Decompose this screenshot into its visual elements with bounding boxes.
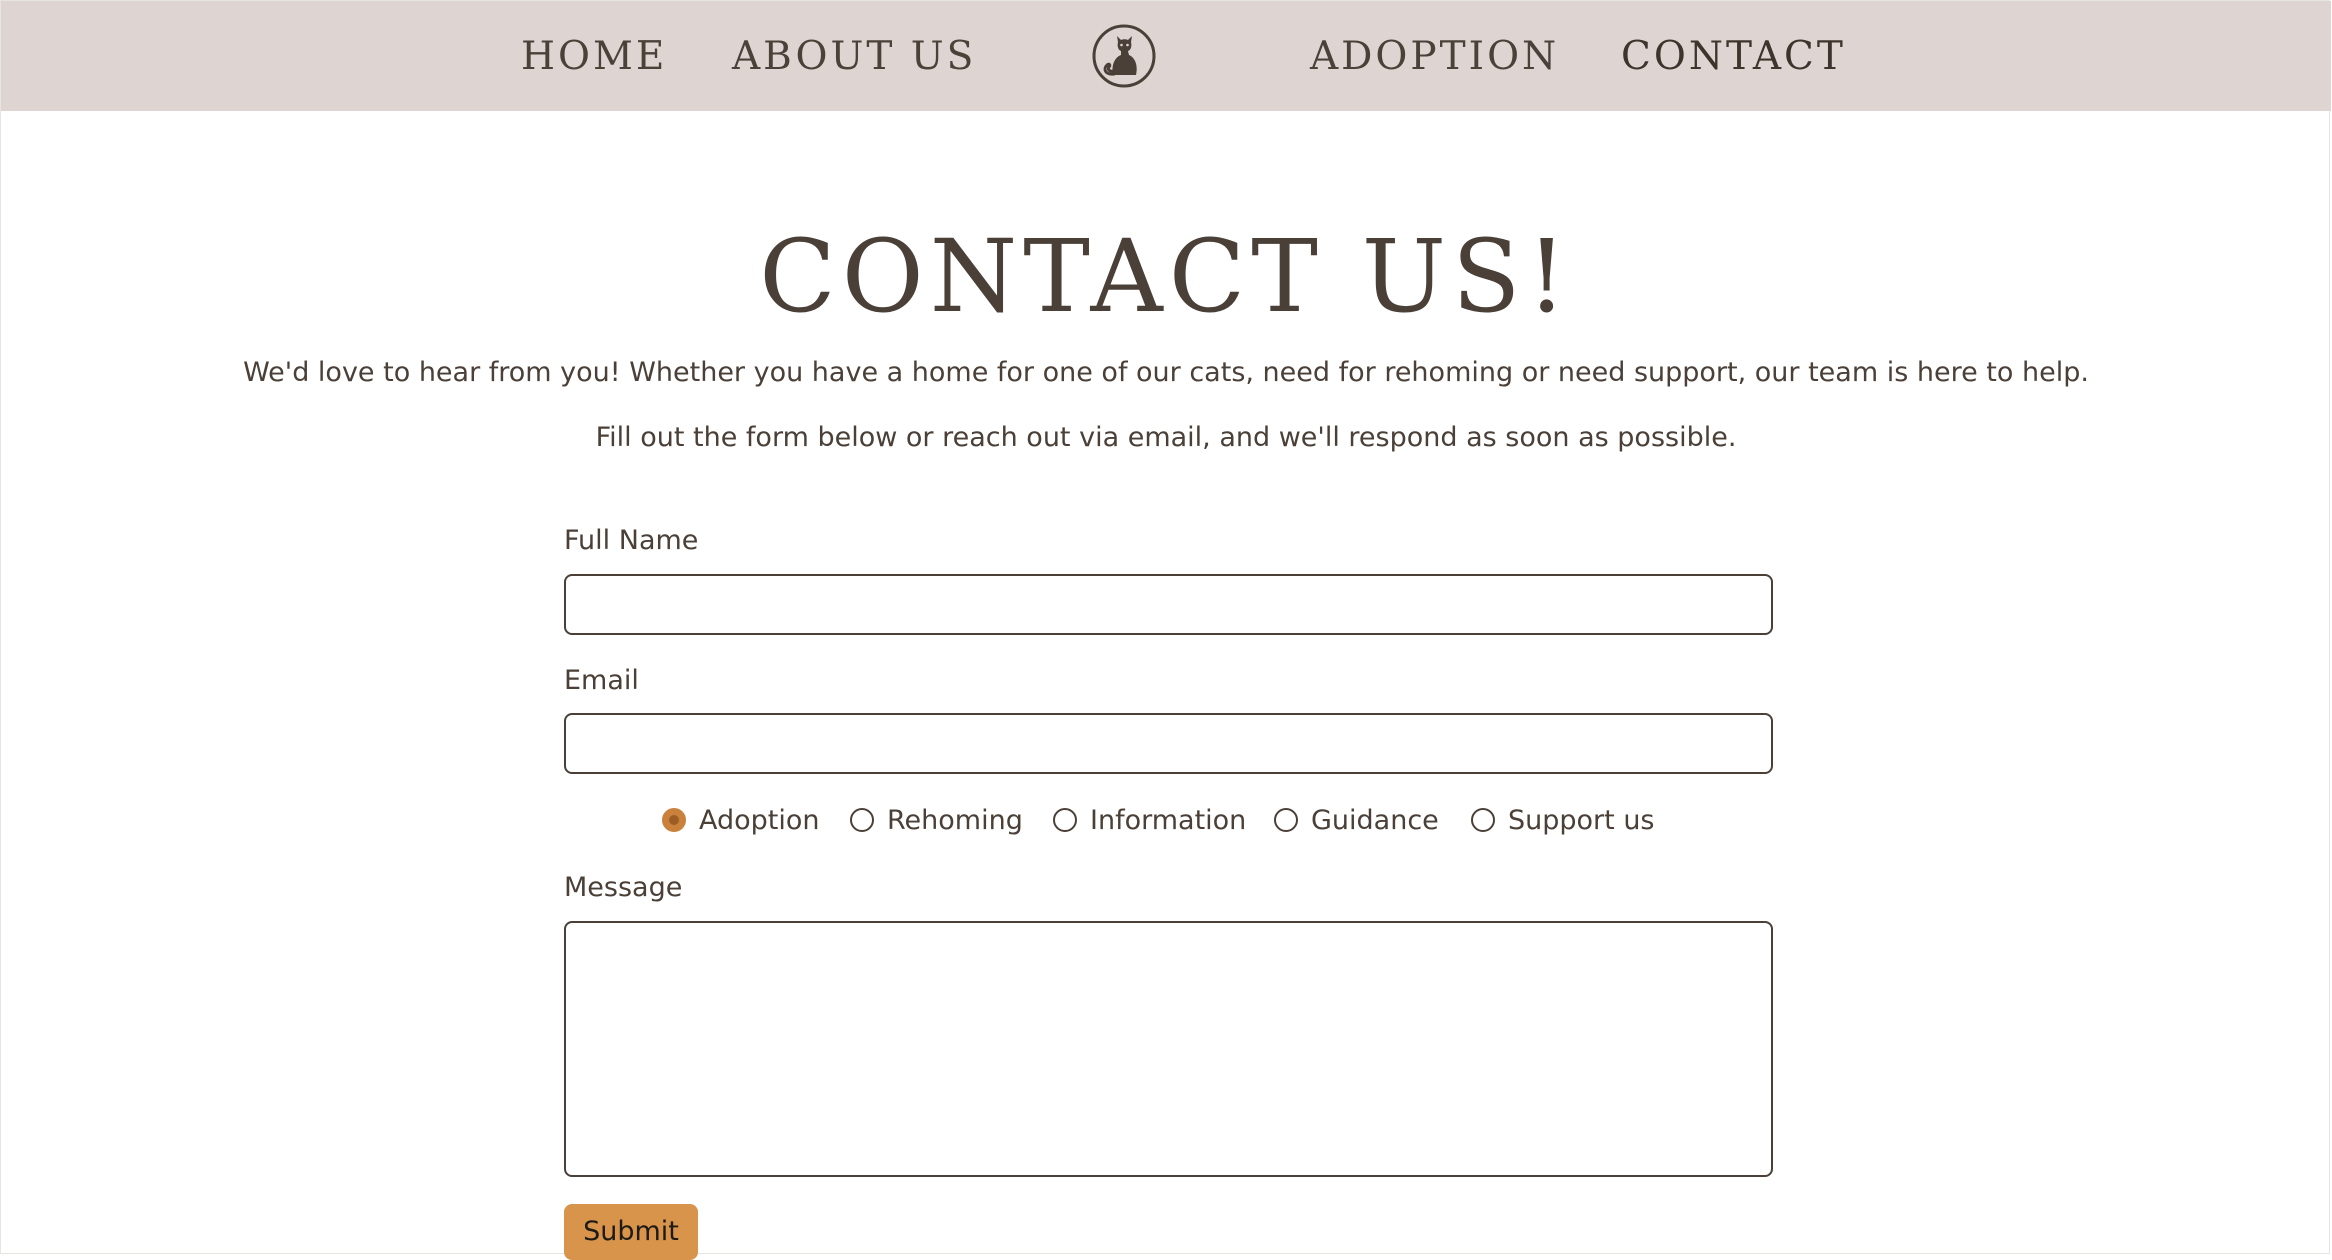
full-name-label: Full Name	[564, 525, 699, 556]
nav-link-adoption[interactable]: ADOPTION	[1310, 29, 1559, 85]
intro-text: We'd love to hear from you! Whether you …	[243, 357, 2089, 388]
email-input[interactable]	[564, 713, 1773, 774]
radio-option-rehoming[interactable]: Rehoming	[850, 800, 1023, 840]
radio-option-guidance[interactable]: Guidance	[1274, 800, 1439, 840]
radio-button-guidance[interactable]	[1274, 808, 1298, 832]
radio-label-information: Information	[1090, 804, 1247, 836]
radio-label-guidance: Guidance	[1311, 804, 1439, 836]
radio-label-rehoming: Rehoming	[887, 804, 1023, 836]
message-textarea[interactable]	[564, 921, 1773, 1177]
intro-subtext: Fill out the form below or reach out via…	[595, 422, 1737, 453]
radio-label-support-us: Support us	[1508, 804, 1655, 836]
topic-radio-group: Adoption Rehoming Information Guidance S…	[0, 800, 2332, 840]
radio-selected-dot	[669, 815, 679, 825]
radio-button-rehoming[interactable]	[850, 808, 874, 832]
page-title: CONTACT US!	[759, 218, 1573, 335]
nav-link-contact[interactable]: CONTACT	[1621, 29, 1846, 85]
cat-logo-icon[interactable]	[1091, 23, 1157, 89]
nav-link-about-us[interactable]: ABOUT US	[732, 29, 976, 85]
radio-option-adoption[interactable]: Adoption	[662, 800, 820, 840]
nav-link-home[interactable]: HOME	[521, 29, 667, 85]
radio-label-adoption: Adoption	[699, 804, 820, 836]
message-label: Message	[564, 872, 683, 903]
full-name-input[interactable]	[564, 574, 1773, 635]
radio-option-support-us[interactable]: Support us	[1471, 800, 1655, 840]
radio-button-adoption[interactable]	[662, 808, 686, 832]
radio-button-support-us[interactable]	[1471, 808, 1495, 832]
top-navigation: HOME ABOUT US ADOPTION CONTACT	[1, 1, 2331, 111]
submit-button[interactable]: Submit	[564, 1204, 698, 1260]
email-label: Email	[564, 665, 639, 696]
radio-button-information[interactable]	[1053, 808, 1077, 832]
radio-option-information[interactable]: Information	[1053, 800, 1246, 840]
